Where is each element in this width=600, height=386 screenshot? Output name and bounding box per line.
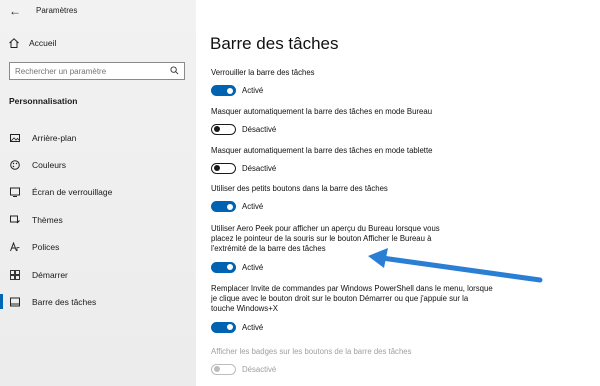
toggle-switch[interactable] bbox=[211, 85, 236, 97]
sidebar-item-arriere-plan[interactable]: Arrière-plan bbox=[0, 124, 196, 151]
setting-label: Masquer automatiquement la barre des tâc… bbox=[211, 146, 433, 155]
sidebar-item-label: Écran de verrouillage bbox=[32, 187, 113, 198]
sidebar-nav: Arrière-plan Couleurs Écran de verrouill… bbox=[0, 124, 196, 316]
setting-powershell: Remplacer Invite de commandes par Window… bbox=[211, 284, 493, 333]
setting-label: Masquer automatiquement la barre des tâc… bbox=[211, 107, 433, 116]
setting-label: Utiliser des petits boutons dans la barr… bbox=[211, 184, 388, 193]
lock-screen-icon bbox=[9, 186, 21, 198]
sidebar-item-ecran-verrouillage[interactable]: Écran de verrouillage bbox=[0, 179, 196, 206]
sidebar-item-label: Barre des tâches bbox=[32, 297, 97, 308]
toggle-state-label: Activé bbox=[242, 86, 264, 96]
toggle-state-label: Activé bbox=[242, 262, 264, 272]
sidebar-item-polices[interactable]: Polices bbox=[0, 234, 196, 261]
sidebar-item-label: Polices bbox=[32, 242, 60, 253]
search-icon[interactable] bbox=[170, 62, 179, 80]
home-label: Accueil bbox=[29, 38, 57, 48]
back-arrow-icon[interactable]: ← bbox=[9, 4, 21, 18]
toggle-state-label: Activé bbox=[242, 202, 264, 212]
brush-icon bbox=[9, 214, 21, 226]
toggle-state-label: Désactivé bbox=[242, 125, 277, 135]
start-grid-icon bbox=[9, 269, 21, 281]
title-bar: ← Paramètres bbox=[0, 0, 196, 24]
main-content: Barre des tâches Verrouiller la barre de… bbox=[196, 0, 600, 386]
setting-label: Afficher les badges sur les boutons de l… bbox=[211, 347, 412, 356]
toggle-state-label: Activé bbox=[242, 322, 264, 332]
toggle-state-label: Désactivé bbox=[242, 365, 277, 375]
toggle-switch[interactable] bbox=[211, 124, 236, 136]
font-icon bbox=[9, 241, 21, 253]
toggle-switch bbox=[211, 364, 236, 376]
sidebar-item-themes[interactable]: Thèmes bbox=[0, 206, 196, 233]
taskbar-icon bbox=[9, 296, 21, 308]
palette-icon bbox=[9, 159, 21, 171]
setting-lock-taskbar: Verrouiller la barre des tâches Activé bbox=[211, 68, 471, 97]
setting-label: Verrouiller la barre des tâches bbox=[211, 68, 315, 77]
picture-icon bbox=[9, 132, 21, 144]
setting-autohide-tablet: Masquer automatiquement la barre des tâc… bbox=[211, 146, 471, 175]
toggle-switch[interactable] bbox=[211, 321, 236, 333]
sidebar-item-label: Couleurs bbox=[32, 160, 67, 171]
home-link[interactable]: Accueil bbox=[8, 37, 56, 49]
sidebar-item-demarrer[interactable]: Démarrer bbox=[0, 261, 196, 288]
setting-autohide-desktop: Masquer automatiquement la barre des tâc… bbox=[211, 107, 471, 136]
sidebar-item-barre-des-taches[interactable]: Barre des tâches bbox=[0, 288, 196, 315]
setting-badges: Afficher les badges sur les boutons de l… bbox=[211, 347, 471, 376]
search-box[interactable] bbox=[9, 62, 185, 80]
sidebar: ← Paramètres Accueil Personnalisation Ar… bbox=[0, 0, 196, 386]
section-title: Personnalisation bbox=[9, 96, 78, 106]
setting-label: Remplacer Invite de commandes par Window… bbox=[211, 284, 493, 314]
sidebar-item-label: Thèmes bbox=[32, 214, 63, 225]
toggle-switch[interactable] bbox=[211, 201, 236, 213]
sidebar-item-label: Arrière-plan bbox=[32, 132, 77, 143]
setting-small-buttons: Utiliser des petits boutons dans la barr… bbox=[211, 184, 471, 213]
setting-aero-peek: Utiliser Aero Peek pour afficher un aper… bbox=[211, 224, 446, 273]
page-title: Barre des tâches bbox=[210, 34, 339, 53]
app-title: Paramètres bbox=[36, 6, 78, 15]
sidebar-item-label: Démarrer bbox=[32, 269, 68, 280]
toggle-switch[interactable] bbox=[211, 163, 236, 175]
toggle-switch[interactable] bbox=[211, 261, 236, 273]
toggle-state-label: Désactivé bbox=[242, 164, 277, 174]
setting-label: Utiliser Aero Peek pour afficher un aper… bbox=[211, 224, 440, 254]
home-icon bbox=[8, 37, 20, 49]
search-input[interactable] bbox=[15, 66, 160, 76]
sidebar-item-couleurs[interactable]: Couleurs bbox=[0, 151, 196, 178]
